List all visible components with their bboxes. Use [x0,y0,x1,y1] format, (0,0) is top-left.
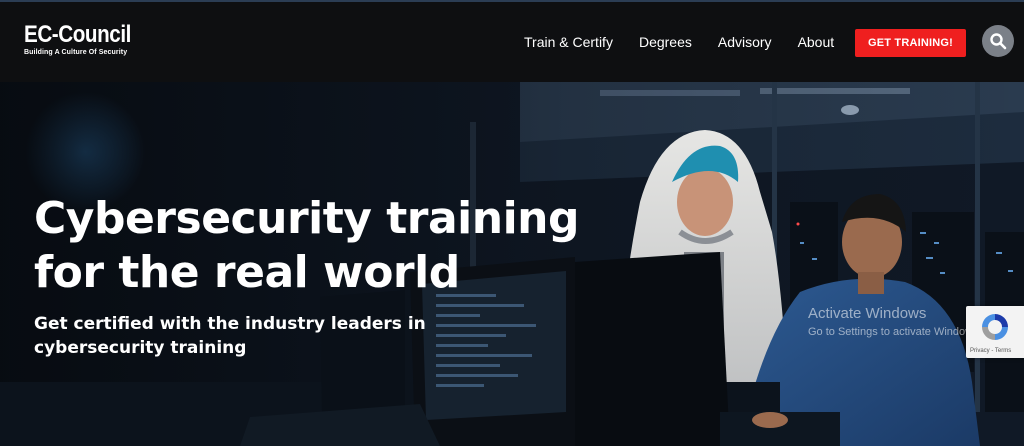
nav-about[interactable]: About [798,34,835,50]
hero-text-block: Cybersecurity training for the real worl… [34,192,634,360]
logo-tagline: Building A Culture Of Security [24,49,128,56]
hero-title: Cybersecurity training for the real worl… [34,192,634,300]
nav-train-certify[interactable]: Train & Certify [524,34,613,50]
nav-advisory[interactable]: Advisory [718,34,772,50]
search-button[interactable] [982,25,1014,57]
ec-council-logo[interactable]: EC-Council Building A Culture Of Securit… [24,21,148,57]
site-header: EC-Council Building A Culture Of Securit… [0,2,1024,82]
logo-title: EC-Council [24,21,131,48]
recaptcha-privacy-terms[interactable]: Privacy - Terms [970,348,1011,354]
hero-subtitle: Get certified with the industry leaders … [34,312,454,360]
main-nav: Train & Certify Degrees Advisory About [524,34,860,50]
recaptcha-icon [982,314,1008,340]
nav-degrees[interactable]: Degrees [639,34,692,50]
activate-windows-subtitle: Go to Settings to activate Windows. [808,326,982,338]
hero-subtitle-line-2: cybersecurity training [34,338,247,358]
hero-section: Cybersecurity training for the real worl… [0,82,1024,446]
hero-subtitle-line-1: Get certified with the industry leaders … [34,314,426,334]
search-icon [990,33,1007,50]
recaptcha-badge[interactable]: Privacy - Terms [966,306,1024,358]
page: EC-Council Building A Culture Of Securit… [0,0,1024,446]
activate-windows-watermark: Activate Windows Go to Settings to activ… [808,305,982,338]
get-training-button[interactable]: GET TRAINING! [855,29,966,57]
hero-title-line-1: Cybersecurity training [34,193,580,244]
hero-title-line-2: for the real world [34,247,460,298]
activate-windows-title: Activate Windows [808,305,927,322]
